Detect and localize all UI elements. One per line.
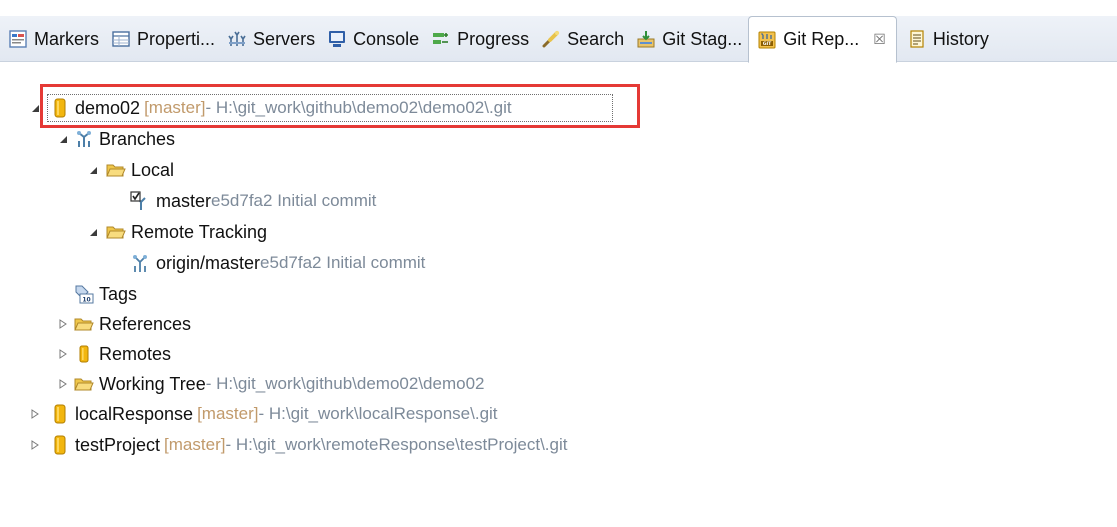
open-folder-icon <box>106 226 126 239</box>
repository-icon <box>54 435 66 455</box>
tab-label: Markers <box>34 28 100 49</box>
tab-label: Git Stag... <box>662 28 743 49</box>
remote-branch-icon <box>133 255 147 272</box>
search-icon <box>542 31 560 48</box>
tab-git-repositories[interactable]: GIT Git Rep... ☒ <box>748 16 897 63</box>
tree-row-branches[interactable]: Branches <box>56 124 175 154</box>
collapsed-arrow-icon[interactable] <box>56 347 70 361</box>
git-staging-icon <box>637 31 655 48</box>
console-icon <box>329 31 346 47</box>
repo-path: - H:\git_work\localResponse\.git <box>258 404 498 423</box>
tree-row-references[interactable]: References <box>56 309 191 339</box>
tab-properties[interactable]: Properti... <box>103 16 219 62</box>
node-label: Working Tree <box>99 373 206 394</box>
node-label: Remotes <box>99 343 172 364</box>
tab-label: Servers <box>253 28 316 49</box>
tab-label: Progress <box>457 28 530 49</box>
open-folder-icon <box>74 318 94 331</box>
tab-console[interactable]: Console <box>319 16 423 62</box>
tree-row-testproject[interactable]: testProject [master] - H:\git_work\remot… <box>28 430 567 460</box>
remotes-icon <box>79 345 89 363</box>
tab-label: Properti... <box>137 28 216 49</box>
branches-icon <box>77 131 91 147</box>
expanded-arrow-icon[interactable] <box>86 163 100 177</box>
commit-info: e5d7fa2 Initial commit <box>211 191 377 210</box>
tab-history[interactable]: History <box>899 16 993 62</box>
collapsed-arrow-icon[interactable] <box>28 407 42 421</box>
history-icon <box>910 30 924 48</box>
tab-label: Console <box>353 28 420 49</box>
tab-search[interactable]: Search <box>533 16 628 62</box>
tab-servers[interactable]: Servers <box>219 16 319 62</box>
tree-row-local[interactable]: Local <box>86 155 174 185</box>
expanded-arrow-icon[interactable] <box>56 132 70 146</box>
close-icon[interactable]: ☒ <box>873 31 886 48</box>
node-label: Branches <box>99 128 176 149</box>
tree-row-origin-master[interactable]: origin/master e5d7fa2 Initial commit <box>130 248 425 278</box>
tree-row-working-tree[interactable]: Working Tree - H:\git_work\github\demo02… <box>56 369 484 399</box>
working-tree-path: - H:\git_work\github\demo02\demo02 <box>205 374 485 393</box>
markers-icon <box>9 30 27 48</box>
open-folder-icon <box>106 164 126 177</box>
progress-icon <box>433 33 449 44</box>
view-tab-bar: Markers Properti... Servers Console Prog… <box>0 16 1117 63</box>
repo-branch: [master] <box>197 404 259 423</box>
tree-row-tags[interactable]: 10 Tags <box>74 279 137 309</box>
svg-text:10: 10 <box>82 296 90 303</box>
servers-icon <box>228 31 246 46</box>
collapsed-arrow-icon[interactable] <box>56 377 70 391</box>
selection-focus-outline <box>47 94 613 122</box>
tab-label: History <box>932 28 989 49</box>
properties-icon <box>112 31 130 47</box>
tab-markers[interactable]: Markers <box>0 16 103 62</box>
expanded-arrow-icon[interactable] <box>28 101 42 115</box>
tab-git-staging[interactable]: Git Stag... <box>628 16 746 62</box>
commit-info: e5d7fa2 Initial commit <box>260 253 426 272</box>
node-label: Tags <box>99 283 138 304</box>
git-repositories-icon: GIT <box>758 31 776 48</box>
expanded-arrow-icon[interactable] <box>86 225 100 239</box>
branch-name: master <box>156 190 212 211</box>
tab-label: Git Rep... <box>783 29 860 49</box>
tab-progress[interactable]: Progress <box>423 16 533 62</box>
tree-row-remotes[interactable]: Remotes <box>56 339 171 369</box>
node-label: Remote Tracking <box>131 221 268 242</box>
svg-text:GIT: GIT <box>763 41 772 47</box>
node-label: Local <box>131 159 175 180</box>
tree-row-master[interactable]: master e5d7fa2 Initial commit <box>130 186 376 216</box>
collapsed-arrow-icon[interactable] <box>56 317 70 331</box>
node-label: References <box>99 313 192 334</box>
branch-name: origin/master <box>156 252 261 273</box>
open-folder-icon <box>74 378 94 391</box>
repo-name: testProject <box>75 434 161 455</box>
checked-out-branch-icon <box>130 191 146 210</box>
repo-branch: [master] <box>164 435 226 454</box>
repo-path: - H:\git_work\remoteResponse\testProject… <box>225 435 568 454</box>
tree-row-localresponse[interactable]: localResponse [master] - H:\git_work\loc… <box>28 399 498 429</box>
tags-icon: 10 <box>75 285 94 304</box>
collapsed-arrow-icon[interactable] <box>28 438 42 452</box>
tree-row-remote-tracking[interactable]: Remote Tracking <box>86 217 267 247</box>
tab-label: Search <box>567 28 625 49</box>
repo-name: localResponse <box>75 403 194 424</box>
repository-icon <box>54 404 66 424</box>
